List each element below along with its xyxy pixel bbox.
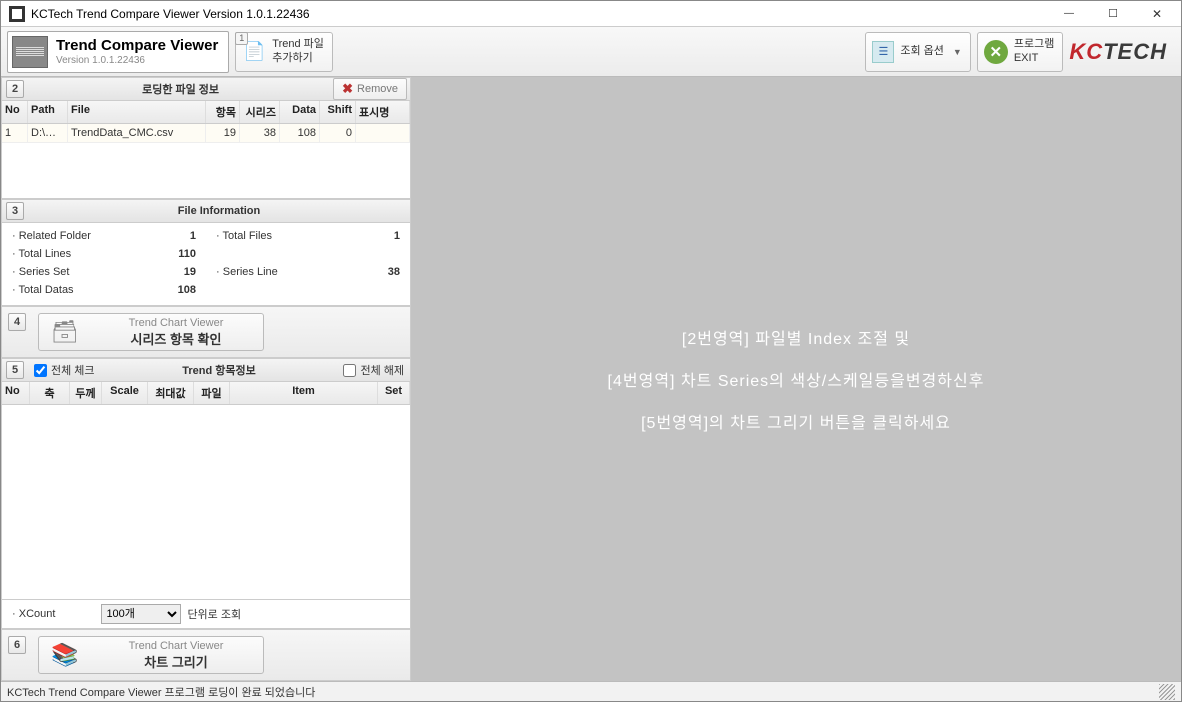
app-logo-box: Trend Compare Viewer Version 1.0.1.22436: [7, 31, 229, 73]
remove-x-icon: ✖: [342, 81, 353, 97]
xcount-row: XCount 100개 단위로 조회: [1, 600, 411, 629]
col5-no[interactable]: No: [2, 382, 30, 404]
app-version: Version 1.0.1.22436: [56, 55, 145, 66]
panel6-box: 6 📚 Trend Chart Viewer 차트 그리기: [1, 629, 411, 681]
panel4-num: 4: [8, 313, 26, 331]
col-item[interactable]: 항목: [206, 101, 240, 123]
panel5-title: Trend 항목정보: [101, 362, 338, 378]
col-data[interactable]: Data: [280, 101, 320, 123]
button-index-badge: 1: [235, 32, 248, 45]
files-table-body: 1 D:\… TrendData_CMC.csv 19 38 108 0: [2, 124, 410, 198]
check-all-input[interactable]: [34, 364, 47, 377]
items-table-header: No 축 두께 Scale 최대값 파일 Item Set: [2, 382, 410, 405]
statusbar: KCTech Trend Compare Viewer 프로그램 로딩이 완료 …: [1, 681, 1181, 701]
panel2-header: 2 로딩한 파일 정보 ✖ Remove: [1, 77, 411, 101]
content-area: 2 로딩한 파일 정보 ✖ Remove No Path File 항목 시리즈…: [1, 77, 1181, 681]
waveform-icon: [12, 36, 48, 68]
total-datas-label: Total Datas: [12, 284, 146, 296]
remove-button[interactable]: ✖ Remove: [333, 78, 407, 100]
panel3-header: 3 File Information: [1, 199, 411, 223]
uncheck-all-checkbox[interactable]: 전체 해제: [337, 362, 410, 378]
files-table-header: No Path File 항목 시리즈 Data Shift 표시명: [2, 101, 410, 124]
printer-icon: 🗃: [47, 318, 83, 346]
options-icon: ☰: [872, 41, 894, 63]
total-datas-value: 108: [146, 284, 196, 296]
titlebar: KCTech Trend Compare Viewer Version 1.0.…: [1, 1, 1181, 27]
remove-label: Remove: [357, 83, 398, 95]
col5-thickness[interactable]: 두께: [70, 382, 102, 404]
hint-line-2: [4번영역] 차트 Series의 색상/스케일등을변경하신후: [608, 367, 985, 391]
series-check-button[interactable]: 🗃 Trend Chart Viewer 시리즈 항목 확인: [38, 313, 264, 351]
minimize-button[interactable]: [1047, 1, 1091, 26]
trend-items-table: No 축 두께 Scale 최대값 파일 Item Set: [1, 382, 411, 600]
window-title: KCTech Trend Compare Viewer Version 1.0.…: [31, 7, 1047, 21]
col-file[interactable]: File: [68, 101, 206, 123]
brand-logo: KCTECH: [1069, 39, 1175, 65]
col-display[interactable]: 표시명: [356, 101, 410, 123]
resize-grip-icon[interactable]: [1159, 684, 1175, 700]
xcount-suffix: 단위로 조회: [187, 606, 241, 622]
total-lines-label: Total Lines: [12, 248, 146, 260]
add-trend-file-button[interactable]: 1 📄 Trend 파일 추가하기: [235, 32, 333, 72]
close-button[interactable]: [1135, 1, 1179, 26]
main-toolbar: Trend Compare Viewer Version 1.0.1.22436…: [1, 27, 1181, 77]
panel3-title: File Information: [28, 205, 410, 217]
status-text: KCTech Trend Compare Viewer 프로그램 로딩이 완료 …: [7, 684, 1159, 700]
total-files-label: Total Files: [216, 230, 350, 242]
total-files-value: 1: [350, 230, 400, 242]
draw-chart-button[interactable]: 📚 Trend Chart Viewer 차트 그리기: [38, 636, 264, 674]
viewer-label: Trend Chart Viewer: [97, 317, 255, 329]
panel2-num: 2: [6, 80, 24, 98]
app-title: Trend Compare Viewer: [56, 37, 218, 54]
col-shift[interactable]: Shift: [320, 101, 356, 123]
panel5-num: 5: [6, 361, 24, 379]
check-all-checkbox[interactable]: 전체 체크: [28, 362, 101, 378]
view-options-button[interactable]: ☰ 조회 옵션 ▼: [865, 32, 970, 72]
col-path[interactable]: Path: [28, 101, 68, 123]
related-folder-label: Related Folder: [12, 230, 146, 242]
col5-set[interactable]: Set: [378, 382, 410, 404]
col5-scale[interactable]: Scale: [102, 382, 148, 404]
series-set-value: 19: [146, 266, 196, 278]
series-set-label: Series Set: [12, 266, 146, 278]
panel2-title: 로딩한 파일 정보: [28, 81, 333, 97]
panel5-header: 5 전체 체크 Trend 항목정보 전체 해제: [1, 358, 411, 382]
table-row[interactable]: 1 D:\… TrendData_CMC.csv 19 38 108 0: [2, 124, 410, 143]
col5-axis[interactable]: 축: [30, 382, 70, 404]
panel3-num: 3: [6, 202, 24, 220]
col-no[interactable]: No: [2, 101, 28, 123]
chevron-down-icon: ▼: [953, 47, 962, 57]
col-series[interactable]: 시리즈: [240, 101, 280, 123]
books-icon: 📚: [47, 641, 83, 669]
items-table-body: [2, 405, 410, 599]
col5-file[interactable]: 파일: [194, 382, 230, 404]
loaded-files-table: No Path File 항목 시리즈 Data Shift 표시명 1 D:\…: [1, 101, 411, 199]
related-folder-value: 1: [146, 230, 196, 242]
hint-line-3: [5번영역]의 차트 그리기 버튼을 클릭하세요: [641, 409, 951, 433]
series-check-label: 시리즈 항목 확인: [97, 329, 255, 348]
xcount-label: XCount: [12, 608, 55, 620]
app-icon: [9, 6, 25, 22]
add-file-label: Trend 파일 추가하기: [272, 38, 324, 64]
exit-label: 프로그램 EXIT: [1014, 38, 1054, 64]
total-lines-value: 110: [146, 248, 196, 260]
exit-button[interactable]: ✕ 프로그램 EXIT: [977, 32, 1063, 72]
exit-icon: ✕: [984, 40, 1008, 64]
col5-item[interactable]: Item: [230, 382, 378, 404]
sidebar: 2 로딩한 파일 정보 ✖ Remove No Path File 항목 시리즈…: [1, 77, 411, 681]
main-chart-area: [2번영역] 파일별 Index 조절 및 [4번영역] 차트 Series의 …: [411, 77, 1181, 681]
options-label: 조회 옵션: [900, 45, 944, 58]
col5-max[interactable]: 최대값: [148, 382, 194, 404]
series-line-value: 38: [350, 266, 400, 278]
draw-chart-label: 차트 그리기: [97, 652, 255, 671]
xcount-select[interactable]: 100개: [101, 604, 181, 624]
maximize-button[interactable]: [1091, 1, 1135, 26]
uncheck-all-input[interactable]: [343, 364, 356, 377]
panel4-box: 4 🗃 Trend Chart Viewer 시리즈 항목 확인: [1, 306, 411, 358]
file-info-panel: Related Folder1 Total Files1 Total Lines…: [1, 223, 411, 306]
series-line-label: Series Line: [216, 266, 350, 278]
panel6-num: 6: [8, 636, 26, 654]
viewer6-label: Trend Chart Viewer: [97, 640, 255, 652]
hint-line-1: [2번영역] 파일별 Index 조절 및: [682, 325, 910, 349]
